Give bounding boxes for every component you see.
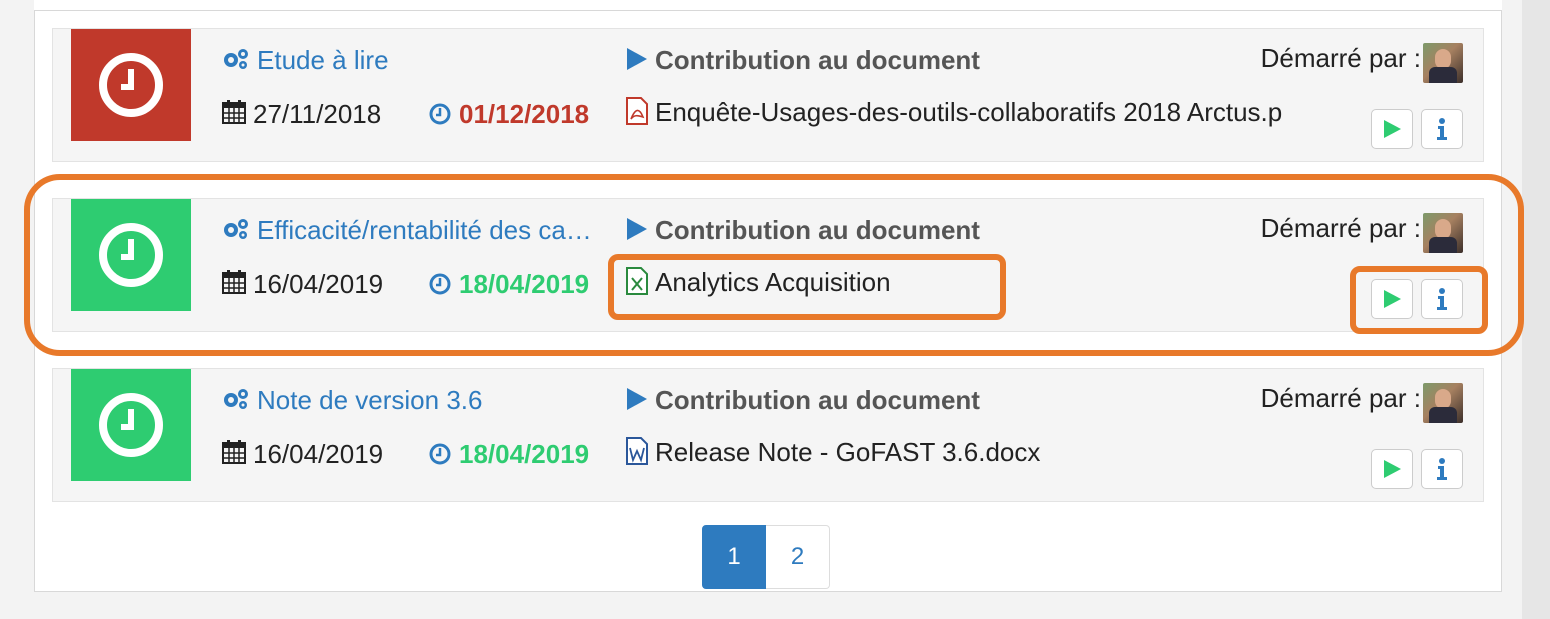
page-gutter [1522, 0, 1550, 619]
info-button[interactable] [1421, 449, 1463, 489]
on-time-status-tile [71, 369, 191, 481]
clock-small-icon [429, 103, 451, 125]
start-task-button[interactable] [1371, 449, 1413, 489]
clock-small-icon [429, 443, 451, 465]
start-task-button[interactable] [1371, 279, 1413, 319]
avatar[interactable] [1423, 43, 1463, 83]
late-status-tile [71, 29, 191, 141]
started-by-label: Démarré par : [1260, 383, 1421, 413]
task-row: Efficacité/rentabilité des ca… Contribut… [52, 198, 1484, 332]
start-date: 27/11/2018 [221, 99, 381, 130]
due-date-value: 18/04/2019 [459, 269, 590, 299]
document-name[interactable]: Analytics Acquisition [655, 267, 891, 297]
start-date-value: 27/11/2018 [253, 99, 382, 129]
task-type-label: Contribution au document [655, 215, 980, 245]
started-by: Démarré par : [1261, 213, 1463, 253]
task-title-link[interactable]: Efficacité/rentabilité des ca… [221, 215, 621, 246]
start-date-value: 16/04/2019 [253, 439, 384, 469]
clock-small-icon [429, 273, 451, 295]
start-date-value: 16/04/2019 [253, 269, 384, 299]
started-by-label: Démarré par : [1260, 213, 1421, 243]
start-date: 16/04/2019 [221, 269, 383, 300]
task-type-label: Contribution au document [655, 45, 980, 75]
page-2-button[interactable]: 2 [766, 525, 830, 589]
started-by: Démarré par : [1261, 383, 1463, 423]
task-type: Contribution au document [625, 215, 980, 246]
info-icon [1437, 458, 1447, 480]
started-by-label: Démarré par : [1260, 43, 1421, 73]
task-title-link[interactable]: Etude à lire [221, 45, 621, 76]
task-type: Contribution au document [625, 45, 980, 76]
task-title-link[interactable]: Note de version 3.6 [221, 385, 621, 416]
task-title[interactable]: Etude à lire [257, 45, 389, 75]
play-icon [1384, 290, 1401, 308]
document-link[interactable]: Analytics Acquisition [625, 267, 1315, 298]
start-task-button[interactable] [1371, 109, 1413, 149]
panel-top [34, 0, 1502, 10]
started-by: Démarré par : [1261, 43, 1463, 83]
clock-icon [99, 53, 163, 117]
due-date-value: 18/04/2019 [459, 439, 590, 469]
info-button[interactable] [1421, 279, 1463, 319]
play-icon [1384, 460, 1401, 478]
task-title[interactable]: Note de version 3.6 [257, 385, 482, 415]
pdf-file-icon [626, 97, 648, 125]
document-link[interactable]: Release Note - GoFAST 3.6.docx [625, 437, 1315, 468]
cogs-icon [224, 219, 248, 239]
due-date: 01/12/2018 [429, 99, 589, 130]
due-date: 18/04/2019 [429, 439, 589, 470]
caret-right-icon [627, 48, 647, 70]
task-type: Contribution au document [625, 385, 980, 416]
clock-icon [99, 223, 163, 287]
document-name[interactable]: Release Note - GoFAST 3.6.docx [655, 437, 1040, 467]
caret-right-icon [627, 388, 647, 410]
info-icon [1437, 288, 1447, 310]
on-time-status-tile [71, 199, 191, 311]
info-button[interactable] [1421, 109, 1463, 149]
page-1-button[interactable]: 1 [702, 525, 766, 589]
info-icon [1437, 118, 1447, 140]
caret-right-icon [627, 218, 647, 240]
document-link[interactable]: Enquête-Usages-des-outils-collaboratifs … [625, 97, 1315, 128]
calendar-icon [222, 270, 246, 294]
document-name[interactable]: Enquête-Usages-des-outils-collaboratifs … [655, 97, 1282, 127]
cogs-icon [224, 389, 248, 409]
calendar-icon [222, 440, 246, 464]
calendar-icon [222, 100, 246, 124]
play-icon [1384, 120, 1401, 138]
clock-icon [99, 393, 163, 457]
due-date-value: 01/12/2018 [459, 99, 590, 129]
pagination: 1 2 [702, 525, 830, 589]
task-type-label: Contribution au document [655, 385, 980, 415]
due-date: 18/04/2019 [429, 269, 589, 300]
word-file-icon [626, 437, 648, 465]
avatar[interactable] [1423, 213, 1463, 253]
task-row: Etude à lire Contribution au document Dé… [52, 28, 1484, 162]
avatar[interactable] [1423, 383, 1463, 423]
task-row: Note de version 3.6 Contribution au docu… [52, 368, 1484, 502]
cogs-icon [224, 49, 248, 69]
start-date: 16/04/2019 [221, 439, 383, 470]
excel-file-icon [626, 267, 648, 295]
task-title[interactable]: Efficacité/rentabilité des ca… [257, 215, 592, 245]
